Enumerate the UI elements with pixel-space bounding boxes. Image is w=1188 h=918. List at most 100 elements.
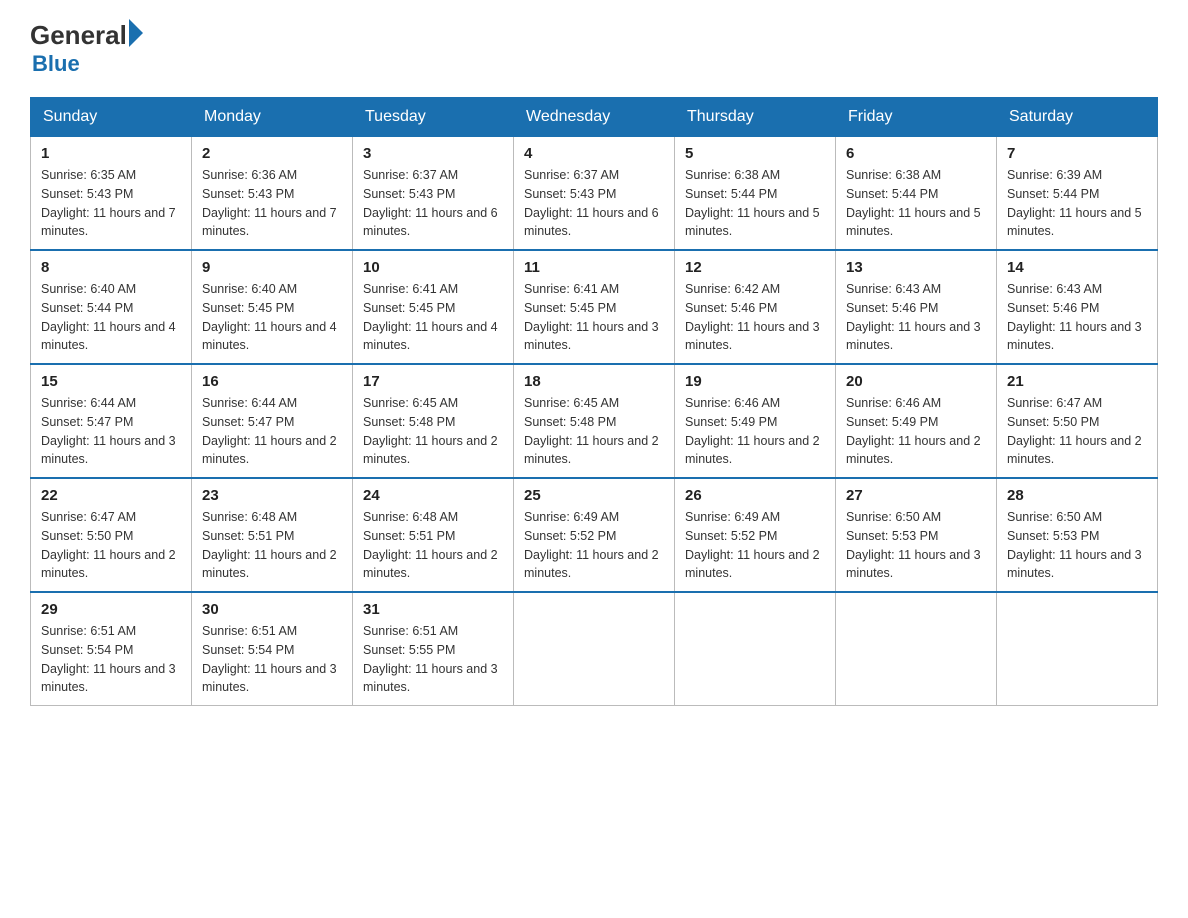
calendar-day-cell: 3 Sunrise: 6:37 AMSunset: 5:43 PMDaylight…	[353, 137, 514, 251]
day-info: Sunrise: 6:48 AMSunset: 5:51 PMDaylight:…	[202, 508, 342, 583]
day-number: 14	[1007, 259, 1147, 276]
calendar-day-cell	[514, 592, 675, 706]
calendar-day-cell: 4 Sunrise: 6:37 AMSunset: 5:43 PMDaylight…	[514, 137, 675, 251]
calendar-day-cell: 11 Sunrise: 6:41 AMSunset: 5:45 PMDayligh…	[514, 250, 675, 364]
calendar-day-cell: 19 Sunrise: 6:46 AMSunset: 5:49 PMDayligh…	[675, 364, 836, 478]
day-number: 1	[41, 145, 181, 162]
calendar-day-cell: 29 Sunrise: 6:51 AMSunset: 5:54 PMDayligh…	[31, 592, 192, 706]
day-info: Sunrise: 6:44 AMSunset: 5:47 PMDaylight:…	[202, 394, 342, 469]
day-number: 4	[524, 145, 664, 162]
calendar-week-row: 22 Sunrise: 6:47 AMSunset: 5:50 PMDayligh…	[31, 478, 1158, 592]
calendar-day-cell: 13Sunrise: 6:43 AMSunset: 5:46 PMDayligh…	[836, 250, 997, 364]
day-info: Sunrise: 6:45 AMSunset: 5:48 PMDaylight:…	[524, 394, 664, 469]
day-info: Sunrise: 6:43 AMSunset: 5:46 PMDaylight:…	[846, 280, 986, 355]
day-info: Sunrise: 6:37 AMSunset: 5:43 PMDaylight:…	[524, 166, 664, 241]
day-number: 29	[41, 601, 181, 618]
day-info: Sunrise: 6:47 AMSunset: 5:50 PMDaylight:…	[1007, 394, 1147, 469]
day-info: Sunrise: 6:43 AMSunset: 5:46 PMDaylight:…	[1007, 280, 1147, 355]
weekday-header-thursday: Thursday	[675, 98, 836, 137]
day-number: 10	[363, 259, 503, 276]
day-info: Sunrise: 6:38 AMSunset: 5:44 PMDaylight:…	[846, 166, 986, 241]
day-info: Sunrise: 6:51 AMSunset: 5:55 PMDaylight:…	[363, 622, 503, 697]
day-info: Sunrise: 6:37 AMSunset: 5:43 PMDaylight:…	[363, 166, 503, 241]
day-info: Sunrise: 6:50 AMSunset: 5:53 PMDaylight:…	[846, 508, 986, 583]
day-number: 28	[1007, 487, 1147, 504]
day-number: 11	[524, 259, 664, 276]
calendar-day-cell: 2Sunrise: 6:36 AMSunset: 5:43 PMDaylight…	[192, 137, 353, 251]
calendar-day-cell	[675, 592, 836, 706]
calendar-day-cell: 27Sunrise: 6:50 AMSunset: 5:53 PMDayligh…	[836, 478, 997, 592]
logo-general-text: General	[30, 20, 127, 51]
weekday-header-wednesday: Wednesday	[514, 98, 675, 137]
calendar-day-cell: 25 Sunrise: 6:49 AMSunset: 5:52 PMDayligh…	[514, 478, 675, 592]
day-info: Sunrise: 6:49 AMSunset: 5:52 PMDaylight:…	[524, 508, 664, 583]
day-info: Sunrise: 6:47 AMSunset: 5:50 PMDaylight:…	[41, 508, 181, 583]
day-number: 3	[363, 145, 503, 162]
weekday-header-row: SundayMondayTuesdayWednesdayThursdayFrid…	[31, 98, 1158, 137]
calendar-day-cell: 17Sunrise: 6:45 AMSunset: 5:48 PMDayligh…	[353, 364, 514, 478]
day-info: Sunrise: 6:44 AMSunset: 5:47 PMDaylight:…	[41, 394, 181, 469]
calendar-day-cell: 24Sunrise: 6:48 AMSunset: 5:51 PMDayligh…	[353, 478, 514, 592]
day-info: Sunrise: 6:51 AMSunset: 5:54 PMDaylight:…	[202, 622, 342, 697]
day-number: 12	[685, 259, 825, 276]
day-info: Sunrise: 6:38 AMSunset: 5:44 PMDaylight:…	[685, 166, 825, 241]
calendar-day-cell: 23 Sunrise: 6:48 AMSunset: 5:51 PMDayligh…	[192, 478, 353, 592]
calendar-day-cell: 26 Sunrise: 6:49 AMSunset: 5:52 PMDayligh…	[675, 478, 836, 592]
calendar-day-cell: 16 Sunrise: 6:44 AMSunset: 5:47 PMDayligh…	[192, 364, 353, 478]
weekday-header-tuesday: Tuesday	[353, 98, 514, 137]
day-info: Sunrise: 6:46 AMSunset: 5:49 PMDaylight:…	[685, 394, 825, 469]
day-number: 26	[685, 487, 825, 504]
calendar-day-cell: 31 Sunrise: 6:51 AMSunset: 5:55 PMDayligh…	[353, 592, 514, 706]
day-number: 18	[524, 373, 664, 390]
day-number: 21	[1007, 373, 1147, 390]
weekday-header-friday: Friday	[836, 98, 997, 137]
calendar-day-cell: 10Sunrise: 6:41 AMSunset: 5:45 PMDayligh…	[353, 250, 514, 364]
calendar-day-cell: 9 Sunrise: 6:40 AMSunset: 5:45 PMDaylight…	[192, 250, 353, 364]
weekday-header-monday: Monday	[192, 98, 353, 137]
day-info: Sunrise: 6:51 AMSunset: 5:54 PMDaylight:…	[41, 622, 181, 697]
calendar-day-cell: 20Sunrise: 6:46 AMSunset: 5:49 PMDayligh…	[836, 364, 997, 478]
day-number: 25	[524, 487, 664, 504]
day-info: Sunrise: 6:39 AMSunset: 5:44 PMDaylight:…	[1007, 166, 1147, 241]
day-number: 15	[41, 373, 181, 390]
logo-blue-text: Blue	[32, 51, 80, 77]
calendar-week-row: 15 Sunrise: 6:44 AMSunset: 5:47 PMDayligh…	[31, 364, 1158, 478]
calendar-day-cell: 30Sunrise: 6:51 AMSunset: 5:54 PMDayligh…	[192, 592, 353, 706]
calendar-day-cell: 8 Sunrise: 6:40 AMSunset: 5:44 PMDaylight…	[31, 250, 192, 364]
day-number: 31	[363, 601, 503, 618]
day-number: 6	[846, 145, 986, 162]
weekday-header-sunday: Sunday	[31, 98, 192, 137]
calendar-day-cell: 12 Sunrise: 6:42 AMSunset: 5:46 PMDayligh…	[675, 250, 836, 364]
calendar-day-cell: 7 Sunrise: 6:39 AMSunset: 5:44 PMDaylight…	[997, 137, 1158, 251]
day-info: Sunrise: 6:40 AMSunset: 5:45 PMDaylight:…	[202, 280, 342, 355]
calendar-week-row: 1Sunrise: 6:35 AMSunset: 5:43 PMDaylight…	[31, 137, 1158, 251]
calendar-week-row: 29 Sunrise: 6:51 AMSunset: 5:54 PMDayligh…	[31, 592, 1158, 706]
calendar-day-cell: 15 Sunrise: 6:44 AMSunset: 5:47 PMDayligh…	[31, 364, 192, 478]
day-number: 22	[41, 487, 181, 504]
calendar-day-cell: 18 Sunrise: 6:45 AMSunset: 5:48 PMDayligh…	[514, 364, 675, 478]
day-info: Sunrise: 6:42 AMSunset: 5:46 PMDaylight:…	[685, 280, 825, 355]
calendar-day-cell: 21 Sunrise: 6:47 AMSunset: 5:50 PMDayligh…	[997, 364, 1158, 478]
calendar-day-cell: 6 Sunrise: 6:38 AMSunset: 5:44 PMDaylight…	[836, 137, 997, 251]
day-number: 7	[1007, 145, 1147, 162]
calendar-week-row: 8 Sunrise: 6:40 AMSunset: 5:44 PMDaylight…	[31, 250, 1158, 364]
day-number: 19	[685, 373, 825, 390]
day-info: Sunrise: 6:40 AMSunset: 5:44 PMDaylight:…	[41, 280, 181, 355]
logo: General Blue	[30, 20, 143, 77]
day-number: 23	[202, 487, 342, 504]
calendar-day-cell: 1Sunrise: 6:35 AMSunset: 5:43 PMDaylight…	[31, 137, 192, 251]
day-number: 8	[41, 259, 181, 276]
day-info: Sunrise: 6:45 AMSunset: 5:48 PMDaylight:…	[363, 394, 503, 469]
day-info: Sunrise: 6:49 AMSunset: 5:52 PMDaylight:…	[685, 508, 825, 583]
day-info: Sunrise: 6:36 AMSunset: 5:43 PMDaylight:…	[202, 166, 342, 241]
calendar-day-cell	[836, 592, 997, 706]
day-number: 9	[202, 259, 342, 276]
day-info: Sunrise: 6:48 AMSunset: 5:51 PMDaylight:…	[363, 508, 503, 583]
day-number: 5	[685, 145, 825, 162]
calendar-day-cell: 14 Sunrise: 6:43 AMSunset: 5:46 PMDayligh…	[997, 250, 1158, 364]
weekday-header-saturday: Saturday	[997, 98, 1158, 137]
day-info: Sunrise: 6:41 AMSunset: 5:45 PMDaylight:…	[524, 280, 664, 355]
day-number: 16	[202, 373, 342, 390]
day-info: Sunrise: 6:46 AMSunset: 5:49 PMDaylight:…	[846, 394, 986, 469]
day-info: Sunrise: 6:50 AMSunset: 5:53 PMDaylight:…	[1007, 508, 1147, 583]
